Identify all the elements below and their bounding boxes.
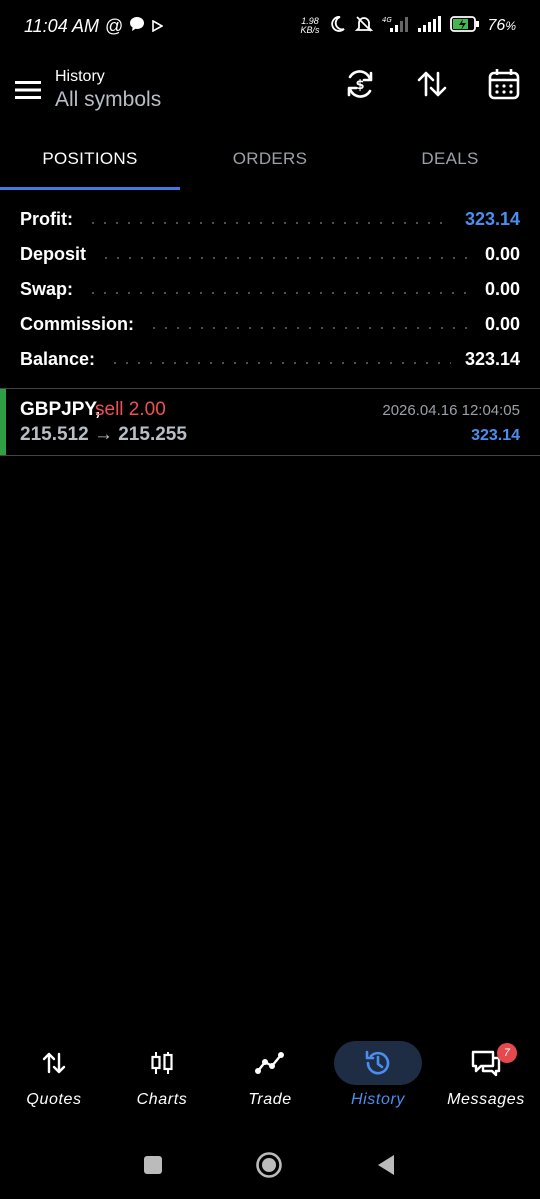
swap-label: Swap: [20, 279, 74, 299]
app-bar: History All symbols $ [0, 52, 540, 127]
signal-4g-icon: 4G [382, 15, 410, 38]
battery-value: 76 [487, 17, 506, 34]
status-bar: 11:04 AM @ 1.98 KB/s 4G 76% [0, 0, 540, 52]
mute-bell-icon [354, 14, 374, 39]
nav-messages[interactable]: 7 Messages [432, 1035, 540, 1125]
at-icon: @ [105, 15, 124, 36]
position-prices: 215.512 → 215.255 [20, 424, 187, 445]
square-icon [144, 1156, 162, 1174]
battery-percent: 76% [487, 17, 516, 34]
dotted-leader [87, 221, 451, 224]
position-symbol: GBPJPY, [20, 399, 101, 420]
summary-row-swap: Swap: 0.00 [20, 272, 520, 307]
dotted-leader [109, 361, 451, 364]
nav-label: Charts [136, 1091, 188, 1108]
history-clock-icon [365, 1050, 390, 1075]
summary-panel: Profit: 323.14 Deposit 0.00 Swap: 0.00 C… [20, 202, 520, 377]
position-row[interactable]: GBPJPY, sell 2.00 215.512 → 215.255 2026… [0, 388, 540, 456]
nav-label: Quotes [26, 1091, 82, 1108]
svg-text:$: $ [355, 78, 364, 93]
summary-row-balance: Balance: 323.14 [20, 342, 520, 377]
balance-label: Balance: [20, 349, 96, 369]
system-nav-bar [0, 1140, 540, 1195]
tab-positions[interactable]: POSITIONS [0, 128, 180, 190]
sort-arrows-icon [417, 71, 447, 97]
signal-bars-icon [417, 15, 442, 38]
position-profit: 323.14 [471, 427, 520, 444]
tab-deals[interactable]: DEALS [360, 128, 540, 190]
deposit-label: Deposit [20, 244, 87, 264]
play-icon [151, 16, 164, 37]
nav-trade[interactable]: Trade [216, 1035, 324, 1125]
svg-text:4G: 4G [382, 16, 392, 24]
page-title: History [55, 67, 105, 85]
trend-line-icon [255, 1052, 284, 1074]
currency-sync-button[interactable]: $ [338, 62, 382, 106]
profit-value: 323.14 [464, 209, 520, 229]
nav-history[interactable]: History [324, 1035, 432, 1125]
title-block[interactable]: History All symbols [55, 68, 161, 112]
summary-row-profit: Profit: 323.14 [20, 202, 520, 237]
deposit-value: 0.00 [484, 244, 520, 264]
swap-value: 0.00 [484, 279, 520, 299]
hamburger-icon [14, 80, 41, 99]
position-type: sell 2.00 [95, 399, 166, 420]
circle-icon [256, 1152, 282, 1178]
position-time: 2026.04.16 12:04:05 [382, 402, 520, 419]
candlestick-icon [151, 1052, 173, 1074]
balance-value: 323.14 [464, 349, 520, 369]
nav-label: Trade [248, 1091, 292, 1108]
calendar-icon [488, 69, 520, 100]
speed-unit: KB/s [300, 25, 320, 35]
recents-button[interactable] [142, 1154, 164, 1181]
symbol-filter: All symbols [55, 87, 162, 111]
sort-button[interactable] [410, 62, 454, 106]
bottom-nav: Quotes Charts Trade History 7 Messages [0, 1035, 540, 1125]
nav-charts[interactable]: Charts [108, 1035, 216, 1125]
dotted-leader [100, 256, 471, 259]
unread-badge: 7 [496, 1043, 517, 1063]
direction-indicator [0, 389, 6, 455]
menu-button[interactable] [0, 60, 55, 120]
sort-arrows-icon [42, 1052, 66, 1074]
profit-label: Profit: [20, 209, 73, 229]
nav-quotes[interactable]: Quotes [0, 1035, 108, 1125]
status-time: 11:04 AM [24, 15, 100, 36]
network-speed: 1.98 KB/s [301, 17, 320, 35]
moon-icon [328, 15, 346, 38]
summary-row-deposit: Deposit 0.00 [20, 237, 520, 272]
commission-label: Commission: [20, 314, 135, 334]
tab-orders[interactable]: ORDERS [180, 128, 360, 190]
summary-row-commission: Commission: 0.00 [20, 307, 520, 342]
currency-sync-icon: $ [347, 70, 373, 98]
battery-icon [449, 15, 480, 38]
tab-bar: POSITIONS ORDERS DEALS [0, 128, 540, 190]
back-button[interactable] [374, 1153, 398, 1182]
triangle-back-icon [378, 1155, 394, 1175]
dotted-leader [148, 326, 471, 329]
home-button[interactable] [254, 1150, 284, 1185]
nav-label: Messages [447, 1091, 525, 1108]
commission-value: 0.00 [484, 314, 520, 334]
nav-label: History [351, 1091, 405, 1108]
calendar-button[interactable] [482, 62, 526, 106]
chat-bubble-icon [129, 16, 145, 37]
dotted-leader [87, 291, 471, 294]
